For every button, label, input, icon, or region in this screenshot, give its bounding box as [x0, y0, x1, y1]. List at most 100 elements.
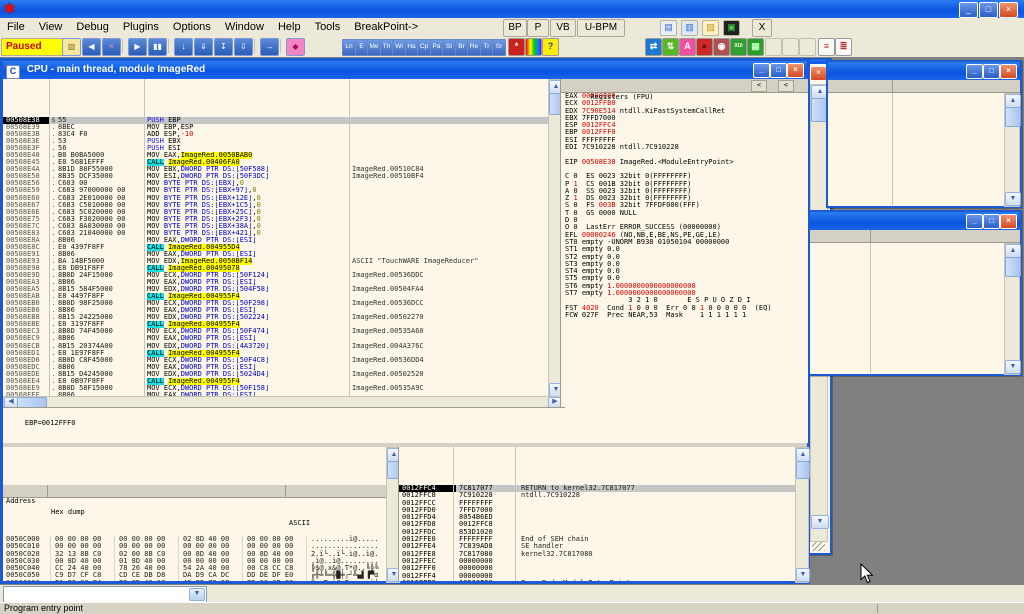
hex-dump-pane[interactable]: Address Hex dump ASCII 0050C00000 00 00 …	[3, 447, 398, 581]
disasm-row[interactable]: 00508E67.C683 C5010000 00MOV BYTE PTR DS…	[3, 202, 548, 209]
binary-icon[interactable]: 010	[730, 38, 747, 56]
minimize-icon[interactable]: _	[966, 64, 983, 79]
register-line[interactable]: EDI 7C910228 ntdll.7C910228	[561, 144, 808, 151]
toolbar-tab-st[interactable]: St	[442, 39, 456, 56]
disasm-row[interactable]: 00508E9D.8B0D 24F15000MOV ECX,DWORD PTR …	[3, 272, 548, 279]
menu-item-view[interactable]: View	[32, 18, 70, 35]
menu-button-bp[interactable]: BP	[503, 19, 527, 37]
disasm-row[interactable]: 00508E39.8BECMOV EBP,ESP	[3, 124, 548, 131]
disasm-row[interactable]: 00508EE4.E8 0B97F8FFCALL ImageRed.004955…	[3, 378, 548, 385]
register-line[interactable]: T 0 GS 0000 NULL	[561, 210, 808, 217]
comment-window-top[interactable]: _ □ × Comment ▲ ▼	[826, 60, 1022, 208]
book-icon[interactable]: ▥	[681, 20, 698, 36]
registers-pane[interactable]: Registers (FPU) < < EAX 00000000ECX 0012…	[560, 79, 808, 443]
close-button[interactable]: ×	[999, 2, 1018, 18]
disasm-row[interactable]: 00508E91.8B06MOV EAX,DWORD PTR DS:[ESI]	[3, 251, 548, 258]
toolbar-tab-re[interactable]: Re	[467, 39, 481, 56]
disasm-row[interactable]: 00508E4A.8B1D 88F55000MOV EBX,DWORD PTR …	[3, 166, 548, 173]
disasm-row[interactable]: 00508E93.BA 14BF5000MOV EDX,ImageRed.005…	[3, 258, 548, 265]
disasm-row[interactable]: 00508E75.C683 F3020000 00MOV BYTE PTR DS…	[3, 216, 548, 223]
comment-top-scrollbar[interactable]: ▲ ▼	[1004, 93, 1020, 207]
animate-into-button[interactable]: ↧	[214, 38, 233, 56]
maximize-icon[interactable]: □	[983, 64, 1000, 79]
toolbar-tab-sr[interactable]: Sr	[492, 39, 506, 56]
maximize-button[interactable]: □	[979, 2, 998, 18]
scroll-down-icon[interactable]: ▼	[1005, 192, 1021, 206]
dump-hex-header[interactable]: Hex dump	[51, 507, 85, 518]
disasm-row[interactable]: 00508E60.C683 2E010000 00MOV BYTE PTR DS…	[3, 195, 548, 202]
maximize-icon[interactable]: □	[983, 214, 1000, 229]
menu-button-u-bpm[interactable]: U-BPM	[577, 19, 625, 37]
register-line[interactable]: FCW 027F Prec NEAR,53 Mask 1 1 1 1 1 1	[561, 312, 808, 319]
run-button[interactable]: ▶	[128, 38, 147, 56]
registers-collapse-icon[interactable]: <	[778, 80, 794, 92]
toolbar-tab-cp[interactable]: Cp	[417, 39, 431, 56]
cpu-window[interactable]: C CPU - main thread, module ImageRed _ □…	[0, 58, 810, 584]
folder-icon[interactable]: ▨	[702, 20, 719, 36]
cpu-minimize-icon[interactable]: _	[753, 63, 770, 78]
disasm-row[interactable]: 00508E7C.C683 8A030000 00MOV BYTE PTR DS…	[3, 223, 548, 230]
menu-item-debug[interactable]: Debug	[69, 18, 115, 35]
disasm-row[interactable]: 00508EDC.8B06MOV EAX,DWORD PTR DS:[ESI]	[3, 364, 548, 371]
disasm-row[interactable]: 00508EE9.8B0D 58F15000MOV ECX,DWORD PTR …	[3, 385, 548, 392]
close-icon[interactable]: ×	[1000, 64, 1017, 79]
restart-button[interactable]: ◀	[82, 38, 101, 56]
comment-middle-scrollbar[interactable]: ▲ ▼	[1004, 243, 1020, 375]
disasm-row[interactable]: 00508E59.C683 97000000 00MOV BYTE PTR DS…	[3, 187, 548, 194]
disasm-row[interactable]: 00508EDE.8B15 D4245000MOV EDX,DWORD PTR …	[3, 371, 548, 378]
info-pane[interactable]: EBP=0012FFF0	[3, 407, 565, 446]
comment-window-middle-titlebar[interactable]: _ □ ×	[808, 212, 1020, 230]
appearance-icon[interactable]	[525, 38, 542, 56]
menu-item-plugins[interactable]: Plugins	[116, 18, 166, 35]
cpu-close-icon[interactable]: ×	[787, 63, 804, 78]
menu-item-options[interactable]: Options	[166, 18, 218, 35]
step-over-button[interactable]: ⇓	[194, 38, 213, 56]
disasm-row[interactable]: 00508EAB.E8 4497F8FFCALL ImageRed.004955…	[3, 293, 548, 300]
disasm-row[interactable]: 00508EB8.8B15 24225000MOV EDX,DWORD PTR …	[3, 314, 548, 321]
notes-icon[interactable]: ▤	[660, 20, 677, 36]
empty-toolbar-button[interactable]	[782, 38, 799, 56]
sort-icon[interactable]: ⇅	[662, 38, 679, 56]
toolbar-tab-wi[interactable]: Wi	[392, 39, 406, 56]
disasm-row[interactable]: 00508E83.C683 21040000 00MOV BYTE PTR DS…	[3, 230, 548, 237]
comment-window-middle[interactable]: _ □ × Comment ▲ ▼	[806, 210, 1022, 376]
registers-collapse-icon[interactable]: <	[751, 80, 767, 92]
minimize-button[interactable]: _	[959, 2, 978, 18]
disasm-row[interactable]: 00508EA5.8B15 584F5000MOV EDX,DWORD PTR …	[3, 286, 548, 293]
execute-till-return-button[interactable]: →	[260, 38, 279, 56]
empty-toolbar-button[interactable]	[799, 38, 816, 56]
main-titlebar[interactable]: ✱ _ □ ×	[0, 0, 1024, 18]
menu-item-tools[interactable]: Tools	[308, 18, 348, 35]
stack-row[interactable]: 0012FFF800508E38ImageRed.<ModuleEntryPoi…	[399, 580, 796, 581]
disasm-row[interactable]: 00508EC9.8B06MOV EAX,DWORD PTR DS:[ESI]	[3, 335, 548, 342]
disasm-row[interactable]: 00508ED6.8B0D C8F45000MOV ECX,DWORD PTR …	[3, 357, 548, 364]
console-icon[interactable]: ▣	[723, 20, 740, 36]
disasm-row[interactable]: 00508E3F.56PUSH ESI	[3, 145, 548, 152]
menu-item-help[interactable]: Help	[271, 18, 308, 35]
close-program-button[interactable]: ×	[102, 38, 121, 56]
dump-row[interactable]: 0050C060E1 E3 00 E4E5 8D 40 0045 72 72 6…	[3, 580, 398, 581]
sliver-close-icon[interactable]: ×	[810, 66, 827, 81]
stop-icon[interactable]: ●	[696, 38, 713, 56]
scroll-up-icon[interactable]: ▲	[1005, 244, 1021, 258]
disasm-row[interactable]: 00508EA3.8B06MOV EAX,DWORD PTR DS:[ESI]	[3, 279, 548, 286]
toolbar-tab-me[interactable]: Me	[367, 39, 381, 56]
menu-close-group-button[interactable]: X	[752, 19, 772, 37]
disasm-row[interactable]: 00508EBE.E8 3197F8FFCALL ImageRed.004955…	[3, 321, 548, 328]
window-icon[interactable]: ▦	[747, 38, 764, 56]
sync-icon[interactable]: ⇄	[645, 38, 662, 56]
comment-window-top-titlebar[interactable]: _ □ ×	[828, 62, 1020, 80]
disasm-row[interactable]: 00508E38$55PUSH EBP	[3, 117, 548, 124]
menu-item-window[interactable]: Window	[218, 18, 271, 35]
register-line[interactable]: EIP 00508E38 ImageRed.<ModuleEntryPoint>	[561, 159, 808, 166]
disasm-row[interactable]: 00508EB6.8B06MOV EAX,DWORD PTR DS:[ESI]	[3, 307, 548, 314]
minimize-icon[interactable]: _	[966, 214, 983, 229]
disasm-row[interactable]: 00508E45.E8 56B1EFFFCALL ImageRed.00406F…	[3, 159, 548, 166]
menu-button-p[interactable]: P	[527, 19, 549, 37]
disasm-row[interactable]: 00508E6E.C683 5C020000 00MOV BYTE PTR DS…	[3, 209, 548, 216]
disasm-row[interactable]: 00508E8A.8B06MOV EAX,DWORD PTR DS:[ESI]	[3, 237, 548, 244]
disasm-row[interactable]: 00508ED1.E8 1E97F8FFCALL ImageRed.004955…	[3, 350, 548, 357]
disasm-row[interactable]: 00508E3B.83C4 F0ADD ESP,-10	[3, 131, 548, 138]
cpu-maximize-icon[interactable]: □	[770, 63, 787, 78]
scroll-up-icon[interactable]: ▲	[796, 448, 810, 462]
